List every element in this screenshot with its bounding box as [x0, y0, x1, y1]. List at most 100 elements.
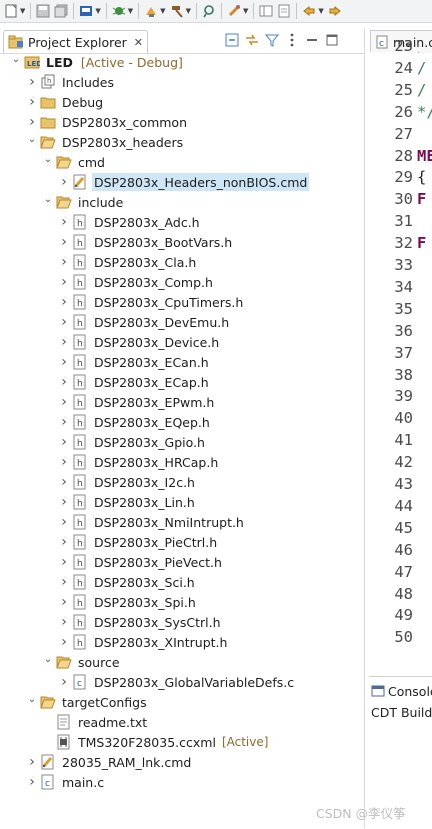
tree-item[interactable]: › h DSP2803x_PieCtrl.h [0, 532, 422, 552]
back-dropdown-icon[interactable]: ▼ [318, 7, 323, 15]
chevron-right-icon[interactable]: › [58, 234, 70, 250]
tree-item[interactable]: › h DSP2803x_NmiIntrupt.h [0, 512, 422, 532]
tree-item[interactable]: readme.txt [0, 712, 406, 732]
chevron-down-icon[interactable]: ⌄ [42, 653, 54, 665]
new-file-icon[interactable] [4, 4, 18, 18]
chevron-right-icon[interactable]: › [58, 334, 70, 350]
chevron-right-icon[interactable]: › [58, 674, 70, 690]
view-menu-icon[interactable] [284, 32, 300, 48]
tree-item[interactable]: › h DSP2803x_DevEmu.h [0, 312, 422, 332]
chevron-right-icon[interactable]: › [58, 314, 70, 330]
collapse-all-icon[interactable] [224, 32, 240, 48]
chevron-right-icon[interactable]: › [58, 494, 70, 510]
tree-item[interactable]: ⌄ include [0, 192, 406, 212]
tree-item[interactable]: › h DSP2803x_Sci.h [0, 572, 422, 592]
chevron-right-icon[interactable]: › [58, 374, 70, 390]
tree-item[interactable]: TMS320F28035.ccxml [Active] [0, 732, 406, 752]
tab-project-explorer[interactable]: Project Explorer ✕ [3, 30, 149, 53]
chevron-right-icon[interactable]: › [58, 214, 70, 230]
tree-item[interactable]: › h DSP2803x_SysCtrl.h [0, 612, 422, 632]
terminal-dropdown-icon[interactable]: ▼ [95, 7, 100, 15]
tree-item[interactable]: › DSP2803x_Headers_nonBIOS.cmd [0, 172, 422, 192]
tree-item[interactable]: › h DSP2803x_EQep.h [0, 412, 422, 432]
save-all-icon[interactable] [54, 4, 68, 18]
chevron-right-icon[interactable]: › [58, 434, 70, 450]
tree-item[interactable]: › Debug [0, 92, 390, 112]
chevron-right-icon[interactable]: › [58, 634, 70, 650]
chevron-right-icon[interactable]: › [58, 534, 70, 550]
chevron-right-icon[interactable]: › [58, 174, 70, 190]
chevron-right-icon[interactable]: › [26, 754, 38, 770]
tree-item[interactable]: › h DSP2803x_ECap.h [0, 372, 422, 392]
tree-item[interactable]: › h DSP2803x_HRCap.h [0, 452, 422, 472]
save-icon[interactable] [36, 4, 50, 18]
chevron-right-icon[interactable]: › [26, 74, 38, 90]
chevron-down-icon[interactable]: ⌄ [42, 153, 54, 165]
tree-item[interactable]: › h DSP2803x_Comp.h [0, 272, 422, 292]
code-area[interactable]: / / / */ ME {F F [417, 52, 432, 662]
tree-item[interactable]: › h DSP2803x_Gpio.h [0, 432, 422, 452]
build-dropdown-icon[interactable]: ▼ [160, 7, 165, 15]
chevron-down-icon[interactable]: ⌄ [42, 193, 54, 205]
chevron-right-icon[interactable]: › [58, 594, 70, 610]
tree-item[interactable]: › h DSP2803x_Lin.h [0, 492, 422, 512]
tree-item[interactable]: › DSP2803x_common [0, 112, 390, 132]
chevron-down-icon[interactable]: ⌄ [10, 53, 22, 65]
chevron-right-icon[interactable]: › [26, 94, 38, 110]
chevron-right-icon[interactable]: › [58, 414, 70, 430]
chevron-right-icon[interactable]: › [58, 294, 70, 310]
chevron-right-icon[interactable]: › [58, 554, 70, 570]
debug-dropdown-icon[interactable]: ▼ [128, 7, 133, 15]
tree-item[interactable]: › h DSP2803x_I2c.h [0, 472, 422, 492]
minimize-icon[interactable] [304, 32, 320, 48]
tree-item[interactable]: › h DSP2803x_Cla.h [0, 252, 422, 272]
tree-item[interactable]: › h DSP2803x_Spi.h [0, 592, 422, 612]
chevron-right-icon[interactable]: › [58, 474, 70, 490]
link-icon[interactable] [202, 4, 216, 18]
tree-item[interactable]: › h Includes [0, 72, 390, 92]
close-icon[interactable]: ✕ [134, 36, 143, 49]
tree-item[interactable]: ⌄ LED LED [Active - Debug] [0, 52, 374, 72]
chevron-right-icon[interactable]: › [26, 114, 38, 130]
tree-item[interactable]: › h DSP2803x_XIntrupt.h [0, 632, 422, 652]
chevron-down-icon[interactable]: ⌄ [26, 693, 38, 705]
tree-item[interactable]: › h DSP2803x_ECan.h [0, 352, 422, 372]
chevron-right-icon[interactable]: › [58, 394, 70, 410]
terminal-icon[interactable] [79, 4, 93, 18]
back-icon[interactable] [302, 4, 316, 18]
filter-icon[interactable] [264, 32, 280, 48]
chevron-right-icon[interactable]: › [58, 254, 70, 270]
debug-icon[interactable] [112, 4, 126, 18]
pin-icon[interactable] [227, 4, 241, 18]
link-with-editor-icon[interactable] [244, 32, 260, 48]
tree-item[interactable]: › h DSP2803x_CpuTimers.h [0, 292, 422, 312]
tab-console[interactable]: Console [371, 681, 432, 701]
chevron-right-icon[interactable]: › [58, 614, 70, 630]
forward-icon[interactable] [328, 4, 342, 18]
tree-item[interactable]: › c main.c [0, 772, 390, 792]
chevron-right-icon[interactable]: › [58, 574, 70, 590]
tree-item[interactable]: ⌄ DSP2803x_headers [0, 132, 390, 152]
chevron-right-icon[interactable]: › [58, 354, 70, 370]
tree-item[interactable]: ⌄ cmd [0, 152, 406, 172]
hammer-icon[interactable] [170, 4, 184, 18]
tree-item[interactable]: › h DSP2803x_Device.h [0, 332, 422, 352]
tree-item[interactable]: ⌄ source [0, 652, 406, 672]
tree-item[interactable]: › c DSP2803x_GlobalVariableDefs.c [0, 672, 422, 692]
tree-item[interactable]: ⌄ targetConfigs [0, 692, 390, 712]
chevron-right-icon[interactable]: › [58, 274, 70, 290]
file-icon[interactable] [277, 4, 291, 18]
chevron-right-icon[interactable]: › [58, 454, 70, 470]
build-icon[interactable] [144, 4, 158, 18]
maximize-icon[interactable] [324, 32, 340, 48]
layout-icon[interactable] [259, 4, 273, 18]
tree-item[interactable]: › h DSP2803x_PieVect.h [0, 552, 422, 572]
pin-dropdown-icon[interactable]: ▼ [243, 7, 248, 15]
tree-item[interactable]: › 28035_RAM_lnk.cmd [0, 752, 390, 772]
chevron-right-icon[interactable]: › [26, 774, 38, 790]
hammer-dropdown-icon[interactable]: ▼ [186, 7, 191, 15]
chevron-down-icon[interactable]: ⌄ [26, 133, 38, 145]
tree-item[interactable]: › h DSP2803x_BootVars.h [0, 232, 422, 252]
chevron-right-icon[interactable]: › [58, 514, 70, 530]
tree-item[interactable]: › h DSP2803x_Adc.h [0, 212, 422, 232]
